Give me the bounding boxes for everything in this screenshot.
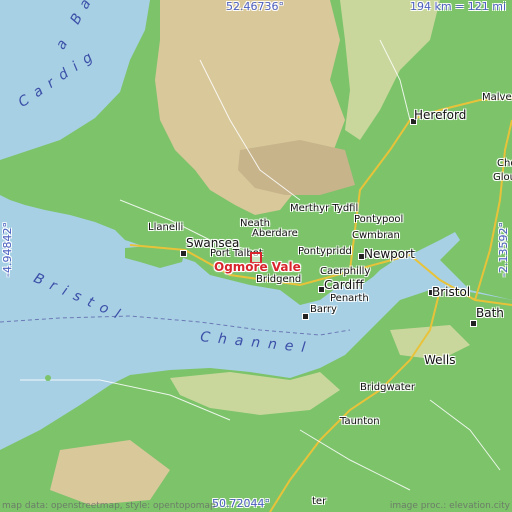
- cheltenham-label[interactable]: Che: [497, 158, 512, 169]
- coord-top-label: 52.46736°: [226, 0, 284, 13]
- penarth-label[interactable]: Penarth: [330, 293, 369, 304]
- coord-bottom-label: 50.72044°: [212, 497, 270, 510]
- merthyr-label[interactable]: Merthyr Tydfil: [290, 203, 358, 214]
- caerphilly-label[interactable]: Caerphilly: [320, 266, 370, 277]
- lundy-island: [45, 375, 51, 381]
- bristol-label[interactable]: Bristol: [432, 285, 470, 299]
- cwmbran-label[interactable]: Cwmbran: [352, 230, 400, 241]
- barry-dot: [302, 313, 309, 320]
- hereford-label[interactable]: Hereford: [414, 108, 466, 122]
- swansea-dot: [180, 250, 187, 257]
- pontypridd-label[interactable]: Pontypridd: [298, 246, 352, 257]
- gloucester-label[interactable]: Glou: [493, 172, 512, 183]
- newport-label[interactable]: Newport: [364, 247, 415, 261]
- aberdare-label[interactable]: Aberdare: [252, 228, 298, 239]
- malvern-label[interactable]: Malve: [482, 92, 512, 103]
- llanelli-label[interactable]: Llanelli: [148, 222, 183, 233]
- coord-right-label: -2.13592°: [497, 222, 510, 277]
- exeter-label[interactable]: ter: [312, 496, 326, 507]
- bath-label[interactable]: Bath: [476, 306, 504, 320]
- coord-left-label: -4.94842°: [1, 222, 14, 277]
- bath-dot: [470, 320, 477, 327]
- map-canvas[interactable]: Cardig a Bay Bristol Channel Hereford Ma…: [0, 0, 512, 512]
- bridgend-label[interactable]: Bridgend: [256, 274, 301, 285]
- cardiff-label[interactable]: Cardiff: [324, 278, 364, 292]
- attribution-left: map data: openstreetmap, style: opentopo…: [2, 501, 216, 511]
- scale-label: 194 km = 121 mi: [410, 0, 507, 13]
- barry-label[interactable]: Barry: [310, 304, 337, 315]
- attribution-right: image proc.: elevation.city: [389, 501, 510, 511]
- taunton-label[interactable]: Taunton: [340, 416, 380, 427]
- bridgwater-label[interactable]: Bridgwater: [360, 382, 415, 393]
- wells-label[interactable]: Wells: [424, 353, 455, 367]
- focus-place-label[interactable]: Ogmore Vale: [214, 260, 301, 274]
- pontypool-label[interactable]: Pontypool: [354, 214, 403, 225]
